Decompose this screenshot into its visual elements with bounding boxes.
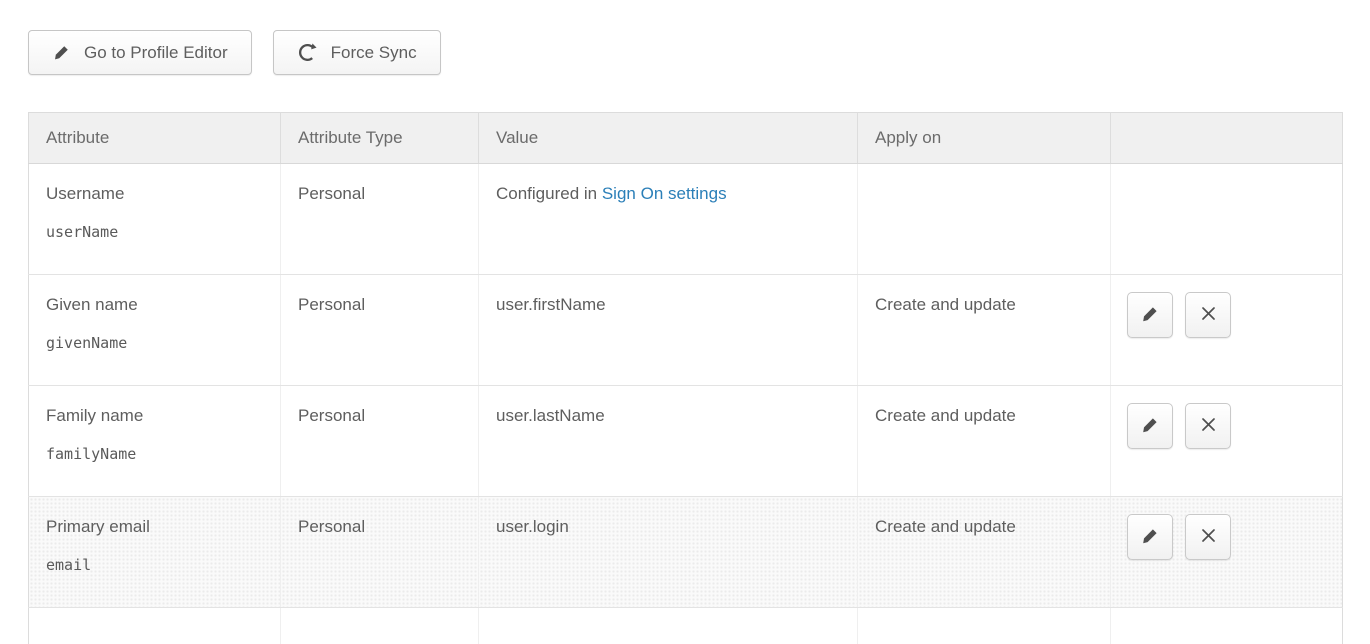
close-icon	[1199, 415, 1218, 437]
edit-attribute-button[interactable]	[1127, 514, 1173, 560]
attribute-variable-name: userName	[46, 223, 270, 241]
header-apply-on: Apply on	[858, 113, 1111, 164]
value-cell: Configured in Sign On settings	[479, 164, 858, 275]
go-to-profile-editor-button[interactable]: Go to Profile Editor	[28, 30, 252, 75]
empty-cell	[1111, 608, 1343, 644]
force-sync-button[interactable]: Force Sync	[273, 30, 441, 75]
empty-cell	[29, 608, 281, 644]
attribute-variable-name: email	[46, 556, 270, 574]
go-to-profile-editor-label: Go to Profile Editor	[84, 43, 228, 63]
header-attribute-type: Attribute Type	[281, 113, 479, 164]
actions-cell	[1111, 497, 1343, 608]
apply-on-cell: Create and update	[858, 275, 1111, 386]
attribute-display-name: Primary email	[46, 517, 270, 537]
attribute-cell: Given name givenName	[29, 275, 281, 386]
value-cell: user.login	[479, 497, 858, 608]
pencil-icon	[1140, 304, 1160, 327]
apply-on-cell: Create and update	[858, 497, 1111, 608]
attribute-type-cell: Personal	[281, 275, 479, 386]
delete-attribute-button[interactable]	[1185, 403, 1231, 449]
actions-cell	[1111, 386, 1343, 497]
table-row	[29, 608, 1343, 644]
actions-cell	[1111, 164, 1343, 275]
attribute-cell: Primary email email	[29, 497, 281, 608]
table-row: Primary email email Personaluser.loginCrea…	[29, 497, 1343, 608]
value-cell: user.firstName	[479, 275, 858, 386]
empty-cell	[281, 608, 479, 644]
attribute-display-name: Family name	[46, 406, 270, 426]
value-prefix-text: Configured in	[496, 184, 602, 203]
edit-attribute-button[interactable]	[1127, 292, 1173, 338]
sync-icon	[297, 42, 318, 63]
sign-on-settings-link[interactable]: Sign On settings	[602, 184, 727, 203]
delete-attribute-button[interactable]	[1185, 514, 1231, 560]
attribute-type-cell: Personal	[281, 164, 479, 275]
close-icon	[1199, 526, 1218, 548]
table-row: UsernameuserNamePersonalConfigured in Si…	[29, 164, 1343, 275]
pencil-icon	[1140, 415, 1160, 438]
page: Go to Profile Editor Force Sync Attribut…	[0, 0, 1370, 644]
header-value: Value	[479, 113, 858, 164]
empty-cell	[858, 608, 1111, 644]
attribute-display-name: Given name	[46, 295, 270, 315]
force-sync-label: Force Sync	[331, 43, 417, 63]
attribute-variable-name: givenName	[46, 334, 270, 352]
attribute-display-name: Username	[46, 184, 270, 204]
apply-on-cell: Create and update	[858, 386, 1111, 497]
table-body: UsernameuserNamePersonalConfigured in Si…	[29, 164, 1343, 644]
table-header: Attribute Attribute Type Value Apply on	[29, 113, 1343, 164]
attribute-type-cell: Personal	[281, 386, 479, 497]
actions-cell	[1111, 275, 1343, 386]
value-cell: user.lastName	[479, 386, 858, 497]
apply-on-cell	[858, 164, 1111, 275]
delete-attribute-button[interactable]	[1185, 292, 1231, 338]
empty-cell	[479, 608, 858, 644]
header-actions	[1111, 113, 1343, 164]
attribute-type-cell: Personal	[281, 497, 479, 608]
toolbar: Go to Profile Editor Force Sync	[28, 30, 1343, 75]
close-icon	[1199, 304, 1218, 326]
table-row: Family name familyName Personaluser.lastNa…	[29, 386, 1343, 497]
attribute-variable-name: familyName	[46, 445, 270, 463]
attribute-cell: Family name familyName	[29, 386, 281, 497]
table-row: Given name givenName Personaluser.firstNam…	[29, 275, 1343, 386]
header-attribute: Attribute	[29, 113, 281, 164]
attribute-cell: Username userName	[29, 164, 281, 275]
attribute-mapping-table: Attribute Attribute Type Value Apply on …	[28, 112, 1343, 644]
pencil-icon	[1140, 526, 1160, 549]
pencil-icon	[52, 43, 71, 62]
edit-attribute-button[interactable]	[1127, 403, 1173, 449]
